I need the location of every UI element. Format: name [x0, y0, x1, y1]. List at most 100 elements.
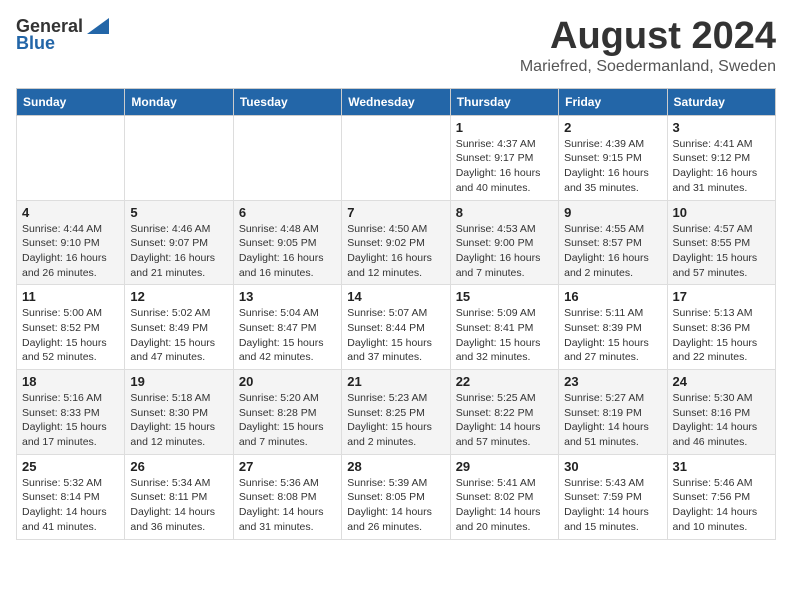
week-row-3: 11Sunrise: 5:00 AM Sunset: 8:52 PM Dayli…: [17, 285, 776, 370]
logo-blue: Blue: [16, 33, 55, 54]
calendar-cell: 5Sunrise: 4:46 AM Sunset: 9:07 PM Daylig…: [125, 200, 233, 285]
cell-date: 15: [456, 289, 553, 304]
calendar-cell: 16Sunrise: 5:11 AM Sunset: 8:39 PM Dayli…: [559, 285, 667, 370]
calendar-cell: 22 Sunrise: 5:25 AM Sunset: 8:22 PM Dayli…: [450, 370, 558, 455]
calendar-cell: 6 Sunrise: 4:48 AM Sunset: 9:05 PM Daylig…: [233, 200, 341, 285]
cell-date: 5: [130, 205, 227, 220]
calendar-cell: [17, 115, 125, 200]
cell-info: Sunrise: 5:25 AM Sunset: 8:22 PM Dayligh…: [456, 391, 553, 450]
cell-date: 1: [456, 120, 553, 135]
calendar-cell: 29Sunrise: 5:41 AM Sunset: 8:02 PM Dayli…: [450, 454, 558, 539]
subtitle: Mariefred, Soedermanland, Sweden: [520, 58, 776, 76]
cell-info: Sunrise: 5:36 AM Sunset: 8:08 PM Dayligh…: [239, 476, 336, 535]
calendar-cell: 20 Sunrise: 5:20 AM Sunset: 8:28 PM Dayli…: [233, 370, 341, 455]
day-header-monday: Monday: [125, 88, 233, 115]
cell-info: Sunrise: 5:23 AM Sunset: 8:25 PM Dayligh…: [347, 391, 444, 450]
cell-info: Sunrise: 5:18 AM Sunset: 8:30 PM Dayligh…: [130, 391, 227, 450]
main-title: August 2024: [520, 16, 776, 58]
day-header-wednesday: Wednesday: [342, 88, 450, 115]
cell-date: 17: [673, 289, 770, 304]
calendar-cell: 27 Sunrise: 5:36 AM Sunset: 8:08 PM Dayli…: [233, 454, 341, 539]
cell-info: Sunrise: 5:39 AM Sunset: 8:05 PM Dayligh…: [347, 476, 444, 535]
cell-info: Sunrise: 5:32 AM Sunset: 8:14 PM Dayligh…: [22, 476, 119, 535]
cell-info: Sunrise: 5:16 AM Sunset: 8:33 PM Dayligh…: [22, 391, 119, 450]
cell-date: 11: [22, 289, 119, 304]
cell-date: 3: [673, 120, 770, 135]
cell-info: Sunrise: 4:50 AM Sunset: 9:02 PM Dayligh…: [347, 222, 444, 281]
cell-date: 13: [239, 289, 336, 304]
cell-date: 22: [456, 374, 553, 389]
cell-info: Sunrise: 4:57 AM Sunset: 8:55 PM Dayligh…: [673, 222, 770, 281]
cell-info: Sunrise: 5:43 AM Sunset: 7:59 PM Dayligh…: [564, 476, 661, 535]
cell-info: Sunrise: 4:48 AM Sunset: 9:05 PM Dayligh…: [239, 222, 336, 281]
cell-date: 7: [347, 205, 444, 220]
cell-date: 29: [456, 459, 553, 474]
calendar-cell: 18 Sunrise: 5:16 AM Sunset: 8:33 PM Dayli…: [17, 370, 125, 455]
calendar-cell: 17 Sunrise: 5:13 AM Sunset: 8:36 PM Dayli…: [667, 285, 775, 370]
calendar-cell: [342, 115, 450, 200]
calendar-table: SundayMondayTuesdayWednesdayThursdayFrid…: [16, 88, 776, 540]
cell-info: Sunrise: 5:04 AM Sunset: 8:47 PM Dayligh…: [239, 306, 336, 365]
cell-date: 23: [564, 374, 661, 389]
calendar-cell: 30 Sunrise: 5:43 AM Sunset: 7:59 PM Dayli…: [559, 454, 667, 539]
calendar-cell: 14Sunrise: 5:07 AM Sunset: 8:44 PM Dayli…: [342, 285, 450, 370]
calendar-cell: 2 Sunrise: 4:39 AM Sunset: 9:15 PM Daylig…: [559, 115, 667, 200]
day-header-sunday: Sunday: [17, 88, 125, 115]
cell-date: 9: [564, 205, 661, 220]
cell-info: Sunrise: 5:09 AM Sunset: 8:41 PM Dayligh…: [456, 306, 553, 365]
cell-info: Sunrise: 5:34 AM Sunset: 8:11 PM Dayligh…: [130, 476, 227, 535]
calendar-page: General Blue August 2024 Mariefred, Soed…: [0, 0, 792, 556]
cell-info: Sunrise: 5:20 AM Sunset: 8:28 PM Dayligh…: [239, 391, 336, 450]
calendar-cell: 24 Sunrise: 5:30 AM Sunset: 8:16 PM Dayli…: [667, 370, 775, 455]
calendar-cell: 8Sunrise: 4:53 AM Sunset: 9:00 PM Daylig…: [450, 200, 558, 285]
cell-date: 30: [564, 459, 661, 474]
calendar-cell: 31 Sunrise: 5:46 AM Sunset: 7:56 PM Dayli…: [667, 454, 775, 539]
calendar-cell: [125, 115, 233, 200]
cell-info: Sunrise: 5:13 AM Sunset: 8:36 PM Dayligh…: [673, 306, 770, 365]
header: General Blue August 2024 Mariefred, Soed…: [16, 16, 776, 76]
cell-info: Sunrise: 5:46 AM Sunset: 7:56 PM Dayligh…: [673, 476, 770, 535]
cell-date: 8: [456, 205, 553, 220]
header-row: SundayMondayTuesdayWednesdayThursdayFrid…: [17, 88, 776, 115]
cell-date: 6: [239, 205, 336, 220]
cell-date: 2: [564, 120, 661, 135]
calendar-cell: 28 Sunrise: 5:39 AM Sunset: 8:05 PM Dayli…: [342, 454, 450, 539]
cell-info: Sunrise: 5:30 AM Sunset: 8:16 PM Dayligh…: [673, 391, 770, 450]
cell-info: Sunrise: 5:07 AM Sunset: 8:44 PM Dayligh…: [347, 306, 444, 365]
cell-date: 31: [673, 459, 770, 474]
cell-info: Sunrise: 4:55 AM Sunset: 8:57 PM Dayligh…: [564, 222, 661, 281]
cell-date: 21: [347, 374, 444, 389]
cell-date: 28: [347, 459, 444, 474]
calendar-cell: 23 Sunrise: 5:27 AM Sunset: 8:19 PM Dayli…: [559, 370, 667, 455]
cell-date: 27: [239, 459, 336, 474]
cell-date: 4: [22, 205, 119, 220]
cell-info: Sunrise: 4:39 AM Sunset: 9:15 PM Dayligh…: [564, 137, 661, 196]
calendar-cell: 25 Sunrise: 5:32 AM Sunset: 8:14 PM Dayli…: [17, 454, 125, 539]
calendar-cell: [233, 115, 341, 200]
cell-date: 18: [22, 374, 119, 389]
calendar-cell: 15 Sunrise: 5:09 AM Sunset: 8:41 PM Dayli…: [450, 285, 558, 370]
cell-date: 20: [239, 374, 336, 389]
calendar-cell: 11Sunrise: 5:00 AM Sunset: 8:52 PM Dayli…: [17, 285, 125, 370]
cell-info: Sunrise: 5:11 AM Sunset: 8:39 PM Dayligh…: [564, 306, 661, 365]
week-row-5: 25 Sunrise: 5:32 AM Sunset: 8:14 PM Dayli…: [17, 454, 776, 539]
day-header-thursday: Thursday: [450, 88, 558, 115]
logo-icon: [87, 18, 109, 34]
cell-date: 25: [22, 459, 119, 474]
day-header-saturday: Saturday: [667, 88, 775, 115]
calendar-cell: 9 Sunrise: 4:55 AM Sunset: 8:57 PM Daylig…: [559, 200, 667, 285]
cell-date: 26: [130, 459, 227, 474]
calendar-cell: 26 Sunrise: 5:34 AM Sunset: 8:11 PM Dayli…: [125, 454, 233, 539]
cell-info: Sunrise: 4:44 AM Sunset: 9:10 PM Dayligh…: [22, 222, 119, 281]
calendar-cell: 21 Sunrise: 5:23 AM Sunset: 8:25 PM Dayli…: [342, 370, 450, 455]
cell-date: 24: [673, 374, 770, 389]
day-header-friday: Friday: [559, 88, 667, 115]
calendar-cell: 10Sunrise: 4:57 AM Sunset: 8:55 PM Dayli…: [667, 200, 775, 285]
calendar-cell: 3 Sunrise: 4:41 AM Sunset: 9:12 PM Daylig…: [667, 115, 775, 200]
week-row-2: 4 Sunrise: 4:44 AM Sunset: 9:10 PM Daylig…: [17, 200, 776, 285]
cell-info: Sunrise: 4:41 AM Sunset: 9:12 PM Dayligh…: [673, 137, 770, 196]
calendar-cell: 4 Sunrise: 4:44 AM Sunset: 9:10 PM Daylig…: [17, 200, 125, 285]
calendar-cell: 1Sunrise: 4:37 AM Sunset: 9:17 PM Daylig…: [450, 115, 558, 200]
title-block: August 2024 Mariefred, Soedermanland, Sw…: [520, 16, 776, 76]
cell-info: Sunrise: 5:27 AM Sunset: 8:19 PM Dayligh…: [564, 391, 661, 450]
